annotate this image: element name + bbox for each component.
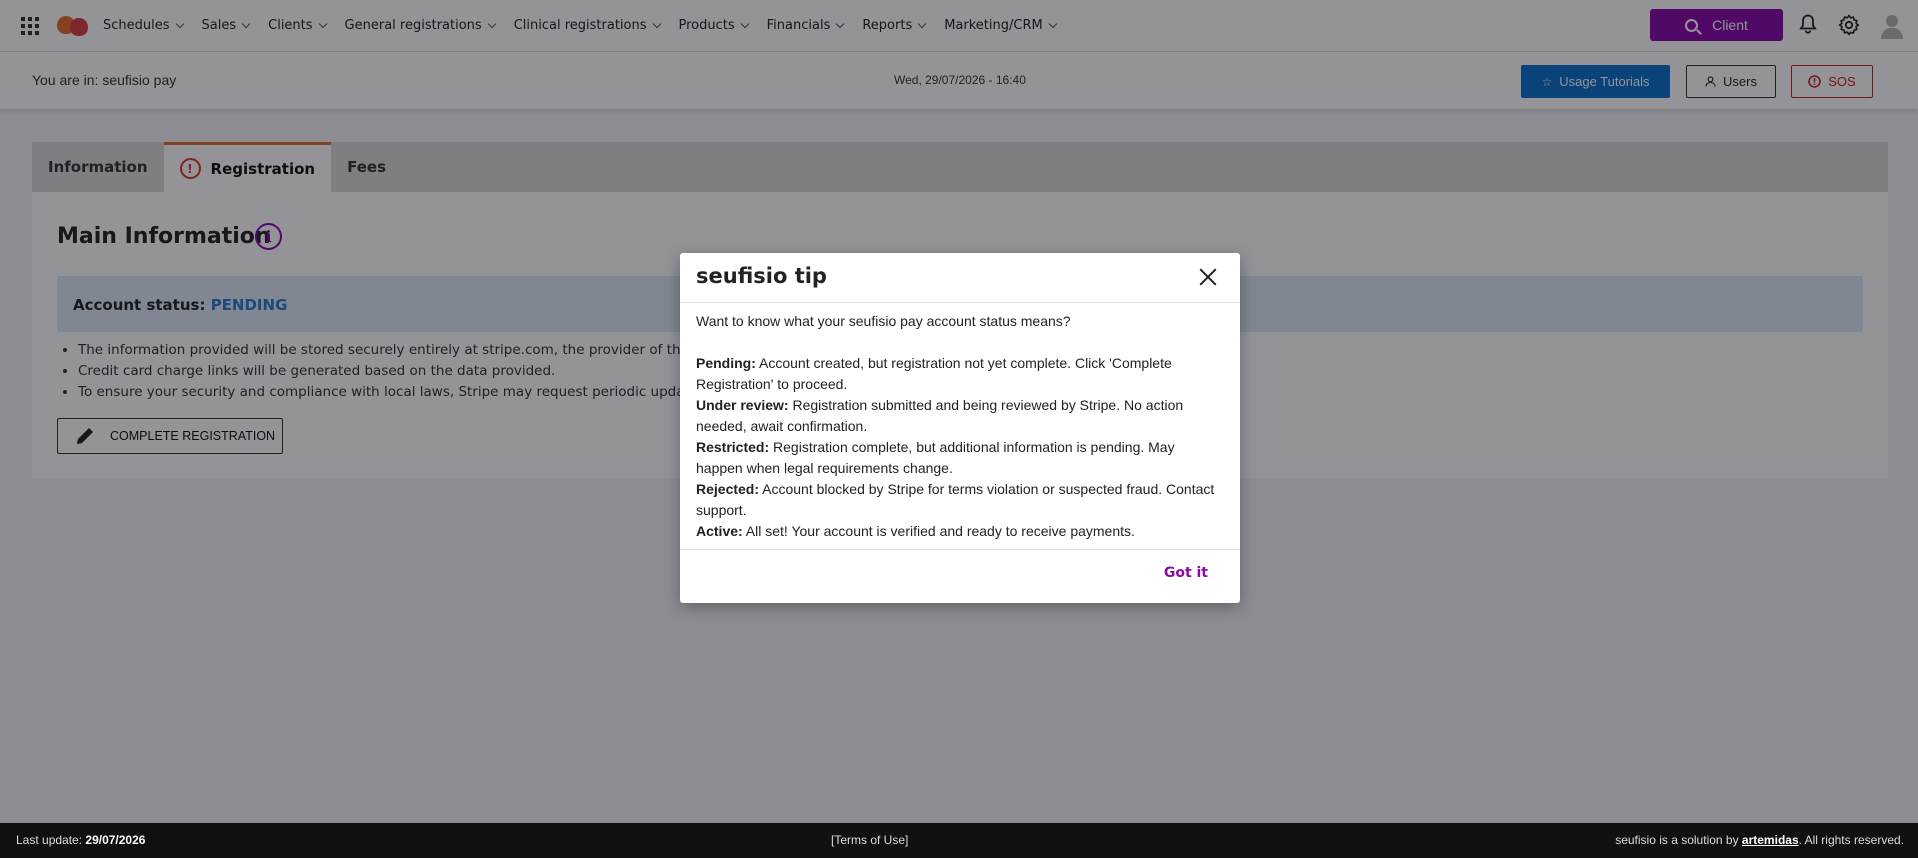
- tip-modal: seufisio tip Want to know what your seuf…: [680, 253, 1240, 603]
- credit: seufisio is a solution by artemidas. All…: [1615, 833, 1904, 847]
- modal-intro: Want to know what your seufisio pay acco…: [696, 313, 1071, 329]
- artemidas-link[interactable]: artemidas: [1742, 833, 1799, 847]
- status-description: Active: All set! Your account is verifie…: [696, 523, 1135, 539]
- modal-header: seufisio tip: [680, 253, 1240, 303]
- last-update: Last update: 29/07/2026: [16, 833, 146, 847]
- got-it-button[interactable]: Got it: [1164, 565, 1208, 581]
- terms-of-use-link[interactable]: [Terms of Use]: [831, 833, 908, 847]
- status-description: Under review: Registration submitted and…: [696, 397, 1184, 434]
- modal-title: seufisio tip: [696, 264, 827, 288]
- status-description: Rejected: Account blocked by Stripe for …: [696, 481, 1215, 518]
- page-footer: Last update: 29/07/2026 [Terms of Use] s…: [0, 823, 1918, 858]
- modal-body: Want to know what your seufisio pay acco…: [696, 311, 1224, 542]
- close-icon[interactable]: [1198, 267, 1218, 287]
- status-description: Pending: Account created, but registrati…: [696, 355, 1172, 392]
- status-description: Restricted: Registration complete, but a…: [696, 439, 1175, 476]
- modal-footer: Got it: [680, 549, 1240, 603]
